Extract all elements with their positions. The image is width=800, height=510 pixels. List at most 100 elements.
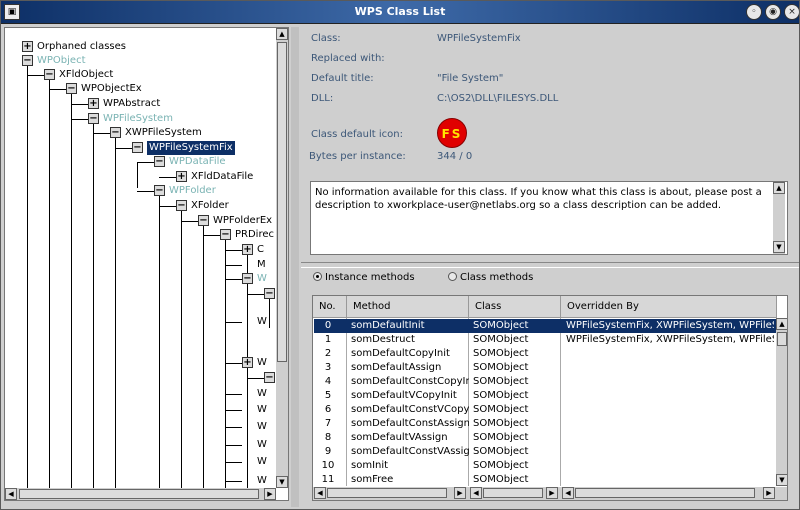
tree-hscroll-thumb[interactable] bbox=[19, 489, 259, 499]
tree-vertical-scrollbar[interactable]: ▲ ▼ bbox=[276, 28, 288, 488]
desc-scroll-down-arrow-icon[interactable]: ▼ bbox=[773, 241, 785, 253]
expand-icon[interactable]: + bbox=[88, 98, 99, 109]
method-row[interactable]: 9 somDefaultConstVAssign SOMObject bbox=[313, 445, 776, 459]
collapse-icon[interactable]: − bbox=[66, 83, 77, 94]
column-header-method[interactable]: Method bbox=[347, 296, 469, 318]
tree-node-label[interactable]: XFldObject bbox=[59, 68, 113, 82]
column-header-class[interactable]: Class bbox=[469, 296, 561, 318]
method-cell-class: SOMObject bbox=[473, 446, 529, 457]
default-title-value: "File System" bbox=[437, 73, 504, 84]
method-col-scroll-right-icon[interactable]: ▶ bbox=[454, 487, 466, 499]
collapse-icon[interactable]: − bbox=[44, 69, 55, 80]
tree-vscroll-thumb[interactable] bbox=[277, 42, 287, 362]
overridden-col-scroll-left-icon[interactable]: ◀ bbox=[562, 487, 574, 499]
method-row[interactable]: 6 somDefaultConstVCopyInit SOMObject bbox=[313, 403, 776, 417]
overridden-col-hscroll-thumb[interactable] bbox=[575, 488, 755, 498]
tree-branch-line bbox=[159, 206, 176, 207]
tree-horizontal-scrollbar[interactable]: ◀ ▶ bbox=[5, 488, 276, 500]
horizontal-splitter[interactable] bbox=[301, 262, 799, 268]
table-scroll-down-arrow-icon[interactable]: ▼ bbox=[776, 474, 787, 486]
collapse-icon[interactable]: − bbox=[220, 229, 231, 240]
table-horizontal-scrollbars[interactable]: ◀ ▶ ◀ ▶ ◀ ▶ bbox=[313, 487, 787, 500]
expand-icon[interactable]: + bbox=[242, 357, 253, 368]
collapse-icon[interactable]: − bbox=[264, 372, 275, 383]
tree-node-label[interactable]: WPObject bbox=[37, 54, 86, 68]
expand-icon[interactable]: + bbox=[22, 41, 33, 52]
scroll-up-arrow-icon[interactable]: ▲ bbox=[276, 28, 288, 40]
tree-node-label[interactable]: W bbox=[257, 356, 267, 370]
tree-node-label[interactable]: WPDataFile bbox=[169, 155, 226, 169]
minimize-button[interactable]: ◦ bbox=[746, 4, 762, 20]
instance-methods-radio[interactable]: Instance methods bbox=[313, 272, 415, 286]
collapse-icon[interactable]: − bbox=[154, 185, 165, 196]
collapse-icon[interactable]: − bbox=[22, 55, 33, 66]
tree-node-label[interactable]: W bbox=[257, 272, 267, 286]
table-scroll-up-arrow-icon[interactable]: ▲ bbox=[776, 318, 787, 330]
method-col-hscroll-thumb[interactable] bbox=[327, 488, 447, 498]
method-row[interactable]: 7 somDefaultConstAssign SOMObject bbox=[313, 417, 776, 431]
tree-node-label[interactable]: W bbox=[257, 403, 267, 417]
tree-node-label[interactable]: W bbox=[257, 420, 267, 434]
close-button[interactable]: × bbox=[784, 4, 799, 20]
tree-node-label[interactable]: Orphaned classes bbox=[37, 40, 126, 54]
class-description[interactable]: No information available for this class.… bbox=[310, 181, 788, 255]
expand-icon[interactable]: + bbox=[242, 244, 253, 255]
description-scrollbar[interactable]: ▲ ▼ bbox=[773, 182, 785, 254]
tree-node-label[interactable]: W bbox=[257, 474, 267, 488]
class-col-scroll-left-icon[interactable]: ◀ bbox=[470, 487, 482, 499]
tree-node-label[interactable]: W bbox=[257, 315, 267, 329]
method-row[interactable]: 8 somDefaultVAssign SOMObject bbox=[313, 431, 776, 445]
class-col-scroll-right-icon[interactable]: ▶ bbox=[546, 487, 558, 499]
tree-node-label[interactable]: W bbox=[257, 455, 267, 469]
tree-node-label[interactable]: WPFolderEx bbox=[213, 214, 272, 228]
desc-scroll-up-arrow-icon[interactable]: ▲ bbox=[773, 182, 785, 194]
maximize-button[interactable]: ◉ bbox=[765, 4, 781, 20]
method-row[interactable]: 5 somDefaultVCopyInit SOMObject bbox=[313, 389, 776, 403]
tree-node-label[interactable]: WPObjectEx bbox=[81, 82, 142, 96]
collapse-icon[interactable]: − bbox=[154, 156, 165, 167]
tree-branch-line bbox=[225, 394, 242, 395]
title-bar[interactable]: ▣ WPS Class List ◦ ◉ × bbox=[1, 1, 799, 24]
tree-node-label[interactable]: PRDirec bbox=[235, 228, 274, 242]
tree-node-label[interactable]: WPFileSystem bbox=[103, 112, 173, 126]
scroll-down-arrow-icon[interactable]: ▼ bbox=[276, 476, 288, 488]
tree-node-label[interactable]: XFolder bbox=[191, 199, 229, 213]
collapse-icon[interactable]: − bbox=[176, 200, 187, 211]
tree-node-label[interactable]: WPAbstract bbox=[103, 97, 160, 111]
collapse-icon[interactable]: − bbox=[88, 113, 99, 124]
collapse-icon[interactable]: − bbox=[264, 288, 275, 299]
column-header-no[interactable]: No. bbox=[313, 296, 347, 318]
method-row[interactable]: 1 somDestruct SOMObject WPFileSystemFix, XW… bbox=[313, 333, 776, 347]
class-col-hscroll-thumb[interactable] bbox=[483, 488, 543, 498]
class-methods-radio[interactable]: Class methods bbox=[448, 272, 533, 286]
method-row[interactable]: 4 somDefaultConstCopyInit SOMObject bbox=[313, 375, 776, 389]
tree-node-label[interactable]: C bbox=[257, 243, 264, 257]
methods-table[interactable]: No. Method Class Overridden By 0 somDefau… bbox=[312, 295, 788, 501]
column-header-overridden-by[interactable]: Overridden By bbox=[561, 296, 777, 318]
collapse-icon[interactable]: − bbox=[242, 273, 253, 284]
tree-node-label[interactable]: XWPFileSystem bbox=[125, 126, 202, 140]
method-row[interactable]: 2 somDefaultCopyInit SOMObject bbox=[313, 347, 776, 361]
expand-icon[interactable]: + bbox=[176, 171, 187, 182]
class-tree[interactable]: + Orphaned classes − WPObject − XFldObject − WP… bbox=[4, 27, 289, 501]
vertical-splitter[interactable] bbox=[291, 27, 299, 507]
method-row[interactable]: 11 somFree SOMObject bbox=[313, 473, 776, 487]
tree-node-label[interactable]: W bbox=[257, 387, 267, 401]
tree-node-label[interactable]: XFldDataFile bbox=[191, 170, 253, 184]
method-col-scroll-left-icon[interactable]: ◀ bbox=[314, 487, 326, 499]
method-row[interactable]: 10 somInit SOMObject bbox=[313, 459, 776, 473]
scroll-right-arrow-icon[interactable]: ▶ bbox=[264, 488, 276, 500]
scroll-left-arrow-icon[interactable]: ◀ bbox=[5, 488, 17, 500]
tree-node-label[interactable]: M bbox=[257, 258, 266, 272]
method-row[interactable]: 0 somDefaultInit SOMObject WPFileSystemFix,… bbox=[313, 319, 776, 333]
table-vscroll-thumb[interactable] bbox=[777, 332, 787, 346]
tree-node-label[interactable]: WPFileSystemFix bbox=[147, 141, 235, 155]
tree-node-label[interactable]: W bbox=[257, 438, 267, 452]
overridden-col-scroll-right-icon[interactable]: ▶ bbox=[763, 487, 775, 499]
table-vertical-scrollbar[interactable]: ▲ ▼ bbox=[776, 318, 787, 486]
collapse-icon[interactable]: − bbox=[198, 215, 209, 226]
method-row[interactable]: 3 somDefaultAssign SOMObject bbox=[313, 361, 776, 375]
collapse-icon[interactable]: − bbox=[110, 127, 121, 138]
tree-node-label[interactable]: WPFolder bbox=[169, 184, 216, 198]
collapse-icon[interactable]: − bbox=[132, 142, 143, 153]
